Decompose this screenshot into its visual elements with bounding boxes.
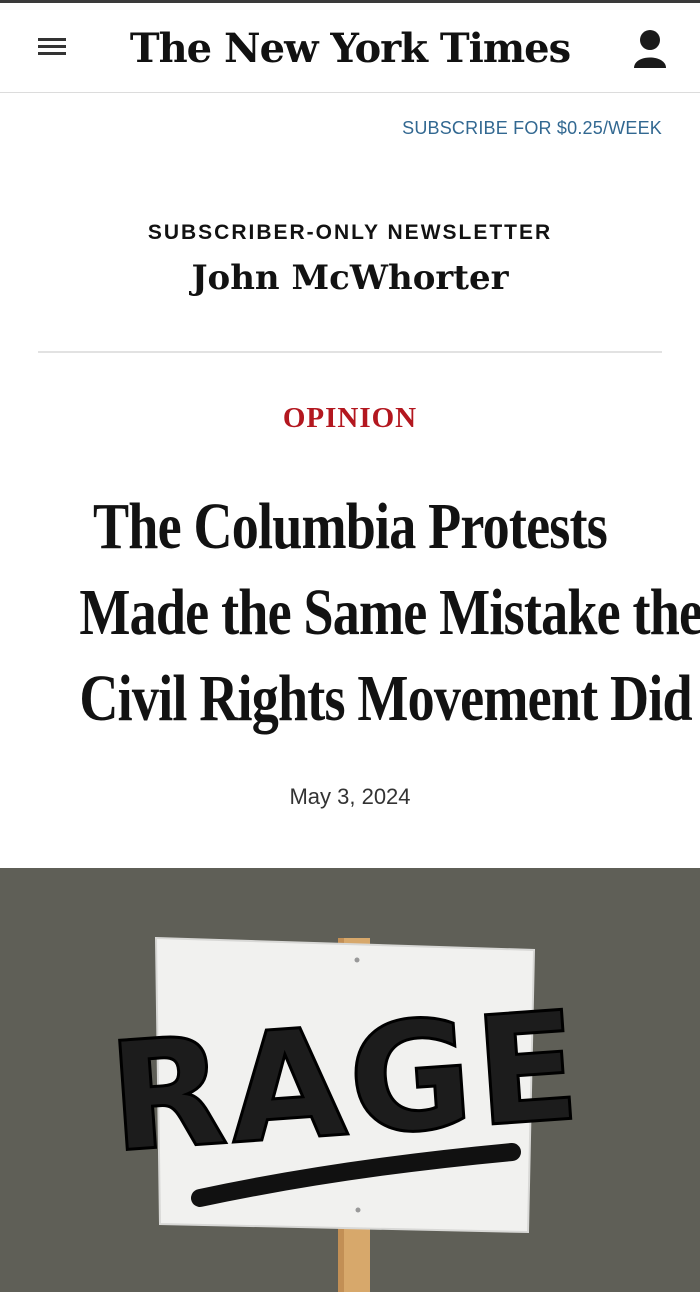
section-label[interactable]: OPINION [0, 402, 700, 435]
headline-line: Made the Same Mistake the [79, 576, 700, 649]
newsletter-kicker: SUBSCRIBER-ONLY NEWSLETTER [147, 221, 553, 244]
subscribe-link[interactable]: SUBSCRIBE FOR $0.25/WEEK [300, 118, 662, 139]
masthead-bar: The New York Times [0, 3, 700, 93]
headline-line: The Columbia Protests [93, 490, 608, 563]
article-image[interactable]: RAGE [0, 868, 700, 1292]
headline-line: Civil Rights Movement Did [79, 662, 692, 735]
menu-button[interactable] [38, 34, 68, 60]
nyt-logo[interactable]: The New York Times [120, 23, 580, 75]
newsletter-author[interactable]: John McWhorter [0, 258, 700, 298]
article-headline: The Columbia Protests Made the Same Mist… [79, 484, 700, 742]
divider [38, 351, 662, 353]
publish-date: May 3, 2024 [289, 784, 411, 809]
user-account-icon [634, 30, 666, 68]
account-button[interactable] [630, 28, 670, 72]
hamburger-menu-icon [38, 38, 66, 41]
protest-sign-illustration: RAGE [0, 868, 700, 1292]
